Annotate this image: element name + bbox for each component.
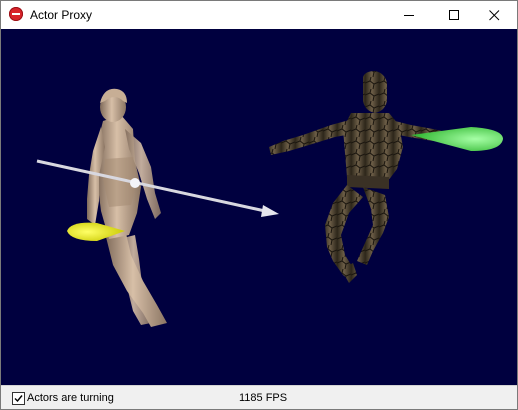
actors-turning-label[interactable]: Actors are turning bbox=[27, 392, 114, 405]
fps-readout: 1185 FPS bbox=[239, 392, 288, 404]
stone-actor[interactable] bbox=[269, 71, 453, 283]
status-bar: Actors are turning 1185 FPS bbox=[1, 385, 517, 409]
title-bar[interactable]: Actor Proxy bbox=[1, 1, 517, 29]
minimize-icon bbox=[404, 15, 414, 16]
maximize-button[interactable] bbox=[432, 1, 477, 29]
3d-viewport[interactable] bbox=[1, 29, 517, 385]
checkmark-icon bbox=[14, 395, 23, 403]
window-title: Actor Proxy bbox=[30, 8, 93, 22]
app-window: Actor Proxy Actors are turning 1185 FPS bbox=[0, 0, 518, 410]
close-icon bbox=[489, 10, 500, 21]
minimize-button[interactable] bbox=[387, 1, 432, 29]
close-button[interactable] bbox=[472, 1, 517, 29]
female-actor[interactable] bbox=[87, 88, 167, 327]
scene-canvas bbox=[36, 71, 503, 327]
actors-turning-checkbox[interactable] bbox=[12, 392, 25, 405]
app-icon bbox=[9, 7, 23, 21]
maximize-icon bbox=[449, 10, 459, 20]
